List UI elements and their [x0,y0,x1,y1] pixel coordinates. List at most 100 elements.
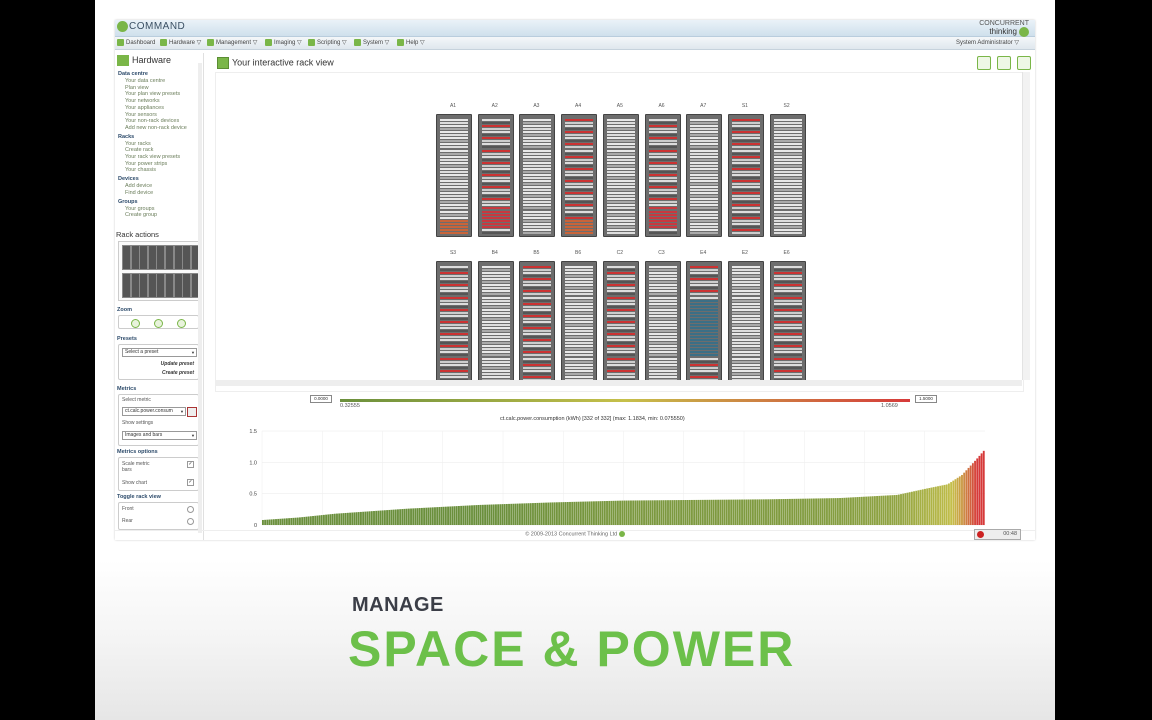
chart-bar[interactable] [262,519,264,525]
chart-bar[interactable] [789,498,791,525]
rack-unit[interactable] [523,195,552,198]
rack-unit[interactable] [690,320,719,323]
chart-bar[interactable] [701,499,704,525]
rack-unit[interactable] [606,284,635,287]
rack-unit[interactable] [440,354,468,357]
rack-unit[interactable] [731,192,760,195]
rack-unit[interactable] [523,146,552,149]
chart-bar[interactable] [453,506,456,525]
chart-bar[interactable] [375,510,378,525]
chart-bar[interactable] [471,505,473,525]
chart-bar[interactable] [673,500,676,525]
rack-unit[interactable] [481,198,510,201]
rack-unit[interactable] [565,296,594,299]
rack-unit[interactable] [773,363,802,366]
rack-unit[interactable] [606,167,635,170]
rack-unit[interactable] [481,216,510,219]
chart-bar[interactable] [721,499,724,525]
rack-unit[interactable] [481,173,510,176]
rack-unit[interactable] [606,275,635,278]
rack-unit[interactable] [690,137,719,140]
rack-unit[interactable] [648,119,677,121]
rack-unit[interactable] [565,275,594,278]
chart-bar[interactable] [560,502,563,525]
chart-bar[interactable] [754,499,757,525]
chart-bar[interactable] [290,518,293,525]
rack-unit[interactable] [690,293,719,296]
rack-unit[interactable] [606,204,635,207]
rack-unit[interactable] [523,372,552,375]
rack-unit[interactable] [440,128,468,131]
rack-unit[interactable] [606,128,635,131]
chart-bar[interactable] [490,504,493,525]
rack-unit[interactable] [606,158,635,161]
rack-unit[interactable] [565,122,594,125]
chart-bar[interactable] [841,497,844,525]
sidebar-item[interactable]: Your data centre [125,78,165,84]
chart-bar[interactable] [839,498,841,525]
rack-unit[interactable] [606,225,635,228]
rack-unit[interactable] [440,336,468,339]
rack-unit[interactable] [773,152,802,155]
rack-unit[interactable] [606,122,635,125]
rack-unit[interactable] [565,137,594,140]
rack-unit[interactable] [440,173,468,176]
rack-unit[interactable] [773,204,802,207]
rack-unit[interactable] [440,180,468,182]
rack-unit[interactable] [648,290,677,293]
chart-bar[interactable] [403,508,406,525]
chart-bar[interactable] [921,489,924,525]
rack-unit[interactable] [440,327,468,329]
chart-bar[interactable] [714,499,717,525]
rack-unit[interactable] [440,342,468,345]
rack-unit[interactable] [648,186,677,189]
rack[interactable] [561,114,598,237]
chart-bar[interactable] [954,479,957,525]
rack[interactable] [727,261,764,384]
chart-bar[interactable] [956,477,959,525]
rack-unit[interactable] [690,140,719,143]
rack-unit[interactable] [690,360,719,363]
rack-unit[interactable] [690,339,719,342]
chart-bar[interactable] [440,506,443,525]
chart-bar[interactable] [318,515,321,525]
chart-bar[interactable] [677,500,680,525]
rack-unit[interactable] [731,357,760,360]
rack-unit[interactable] [565,204,594,207]
rack[interactable] [477,261,514,384]
rack-unit[interactable] [440,176,468,179]
rack-unit[interactable] [440,183,468,186]
rack-unit[interactable] [690,189,719,192]
chart-bar[interactable] [340,513,343,525]
rack-unit[interactable] [523,204,552,207]
chart-bar[interactable] [828,498,831,525]
rack-unit[interactable] [731,314,760,317]
chart-bar[interactable] [510,503,513,525]
sidebar-item[interactable]: Your sensors [125,112,157,118]
rack-unit[interactable] [648,375,677,378]
chart-bar[interactable] [799,498,802,525]
rack-unit[interactable] [606,345,635,348]
rack-unit[interactable] [773,201,802,204]
chart-bar[interactable] [767,499,770,525]
chart-bar[interactable] [704,499,706,525]
rack-unit[interactable] [481,161,510,164]
rack-unit[interactable] [440,146,468,149]
chart-bar[interactable] [638,500,641,525]
rack-unit[interactable] [440,219,468,222]
rack-unit[interactable] [481,339,510,342]
rack-unit[interactable] [565,323,594,326]
rack-unit[interactable] [440,363,468,366]
rack-unit[interactable] [481,354,510,357]
rack-unit[interactable] [773,146,802,149]
rack-unit[interactable] [648,222,677,225]
rack-unit[interactable] [690,314,719,317]
rack-unit[interactable] [606,198,635,201]
rack-unit[interactable] [565,351,594,354]
rack-unit[interactable] [690,222,719,225]
rack-unit[interactable] [440,287,468,290]
chart-bar[interactable] [268,519,271,525]
chart-bar[interactable] [475,505,478,525]
rack-unit[interactable] [731,296,760,299]
rack-unit[interactable] [565,363,594,366]
